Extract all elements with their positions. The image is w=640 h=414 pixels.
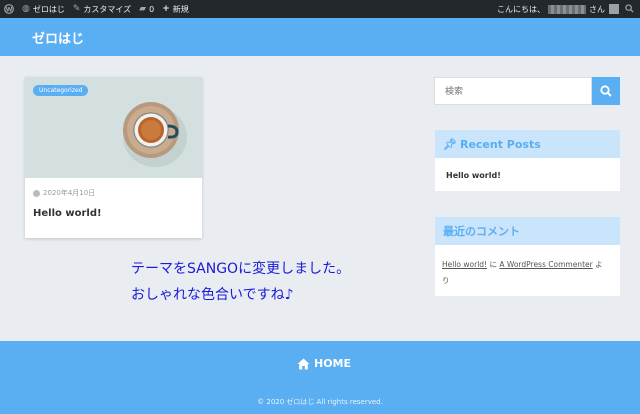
admin-site-name-button[interactable]: ◍ ゼロはじ bbox=[18, 0, 69, 18]
recent-posts-title: Recent Posts bbox=[459, 137, 541, 151]
comment-icon: ▰ bbox=[139, 4, 147, 14]
clock-icon bbox=[33, 189, 40, 197]
recent-comments-header: 最近のコメント bbox=[435, 217, 620, 245]
comment-post-link[interactable]: Hello world! bbox=[442, 260, 487, 269]
recent-posts-header: 📌︎ Recent Posts bbox=[435, 130, 620, 158]
comment-entry: Hello world! に A WordPress Commenter よ bbox=[442, 259, 603, 270]
post-title[interactable]: Hello world! bbox=[33, 208, 102, 219]
home-label: HOME bbox=[314, 357, 352, 370]
site-header: ゼロはじ bbox=[0, 18, 640, 56]
search-input[interactable] bbox=[434, 77, 592, 105]
site-footer: HOME © 2020 ゼロはじ All rights reserved. bbox=[0, 341, 640, 414]
recent-post-link[interactable]: Hello world! bbox=[446, 171, 501, 180]
comment-suffix-2: り bbox=[442, 276, 450, 285]
admin-site-name: ゼロはじ bbox=[32, 4, 65, 14]
new-content-button[interactable]: + 新規 bbox=[158, 0, 193, 18]
pin-icon: 📌︎ bbox=[443, 137, 457, 151]
search-icon[interactable] bbox=[625, 3, 634, 15]
customize-button[interactable]: ✎ カスタマイズ bbox=[69, 0, 135, 18]
footer-home-link[interactable]: HOME bbox=[297, 357, 351, 370]
site-title[interactable]: ゼロはじ bbox=[32, 28, 84, 47]
svg-text:W: W bbox=[6, 6, 13, 13]
redacted-username bbox=[548, 4, 586, 14]
post-date-text: 2020年4月10日 bbox=[43, 189, 96, 197]
wordpress-logo-button[interactable]: W bbox=[0, 0, 18, 18]
comment-author-link[interactable]: A WordPress Commenter bbox=[499, 260, 592, 269]
plus-icon: + bbox=[162, 4, 170, 14]
customize-label: カスタマイズ bbox=[83, 4, 132, 14]
new-label: 新規 bbox=[172, 4, 189, 14]
home-icon bbox=[297, 358, 310, 369]
avatar bbox=[609, 4, 619, 14]
comment-suffix-1: よ bbox=[595, 260, 603, 269]
honorific-text: さん bbox=[589, 4, 605, 14]
post-thumbnail[interactable]: Uncategorized bbox=[25, 77, 202, 178]
comment-connector: に bbox=[489, 260, 497, 269]
wordpress-icon: W bbox=[4, 4, 14, 14]
category-badge[interactable]: Uncategorized bbox=[33, 85, 89, 96]
recent-posts-widget: 📌︎ Recent Posts Hello world! bbox=[435, 130, 620, 191]
post-card[interactable]: Uncategorized 2020年4月10日 Hello world! bbox=[25, 77, 202, 238]
admin-bar: W ◍ ゼロはじ ✎ カスタマイズ ▰ 0 + 新規 こんにちは、 さん bbox=[0, 0, 640, 18]
dashboard-icon: ◍ bbox=[22, 4, 30, 14]
account-menu-button[interactable]: こんにちは、 さん bbox=[497, 3, 640, 15]
comments-count: 0 bbox=[149, 4, 155, 14]
greeting-text: こんにちは、 bbox=[497, 4, 545, 14]
search-button[interactable] bbox=[592, 77, 620, 105]
search-icon bbox=[600, 85, 612, 97]
note-line-2: おしゃれな色合いですね♪ bbox=[131, 287, 294, 303]
note-line-1: テーマをSANGOに変更しました。 bbox=[131, 261, 351, 277]
recent-comments-widget: 最近のコメント Hello world! に A WordPress Comme… bbox=[435, 217, 620, 296]
brush-icon: ✎ bbox=[72, 4, 81, 14]
post-date: 2020年4月10日 bbox=[33, 188, 95, 198]
recent-comments-title: 最近のコメント bbox=[443, 225, 520, 238]
comments-button[interactable]: ▰ 0 bbox=[135, 0, 158, 18]
copyright-text: © 2020 ゼロはじ All rights reserved. bbox=[257, 398, 383, 406]
